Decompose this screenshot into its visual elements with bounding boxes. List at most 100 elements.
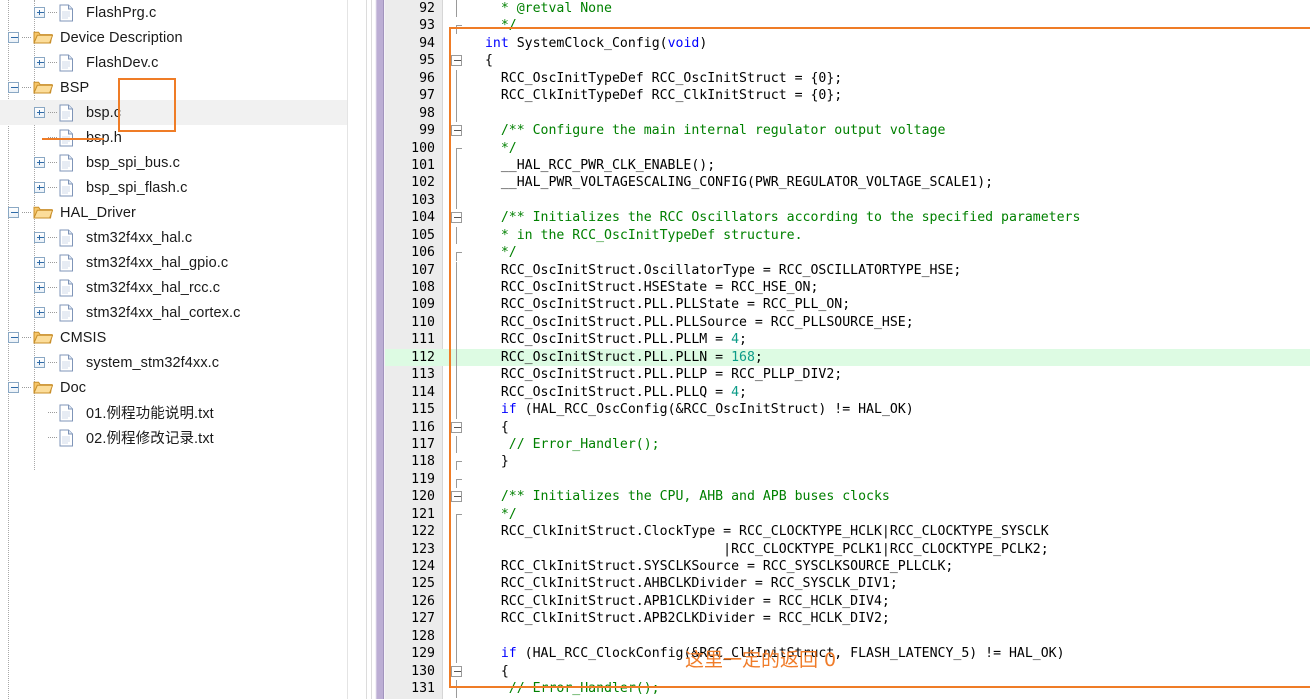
code-line-92[interactable]: 92 * @retval None — [385, 0, 1310, 18]
expand-plus-icon[interactable] — [34, 157, 45, 168]
code-line-104[interactable]: 104 /** Initializes the RCC Oscillators … — [385, 209, 1310, 226]
code-line-124[interactable]: 124 RCC_ClkInitStruct.SYSCLKSource = RCC… — [385, 558, 1310, 576]
code-line-127[interactable]: 127 RCC_ClkInitStruct.APB2CLKDivider = R… — [385, 610, 1310, 628]
editor-scrollbar-thumb[interactable] — [376, 0, 384, 699]
tree-item-bsp_spi_flash.c[interactable]: bsp_spi_flash.c — [0, 175, 362, 200]
collapse-minus-icon[interactable] — [8, 332, 19, 343]
code-line-126[interactable]: 126 RCC_ClkInitStruct.APB1CLKDivider = R… — [385, 592, 1310, 611]
code-line-107[interactable]: 107 RCC_OscInitStruct.OscillatorType = R… — [385, 261, 1310, 279]
code-line-96[interactable]: 96 RCC_OscInitTypeDef RCC_OscInitStruct … — [385, 69, 1310, 88]
code-line-120[interactable]: 120 /** Initializes the CPU, AHB and APB… — [385, 488, 1310, 505]
collapse-minus-icon[interactable] — [8, 32, 19, 43]
code-line-93[interactable]: 93 */ — [385, 17, 1310, 35]
code-line-121[interactable]: 121 */ — [385, 506, 1310, 523]
tree-item-bsp.c[interactable]: bsp.c — [0, 100, 362, 125]
code-line-125[interactable]: 125 RCC_ClkInitStruct.AHBCLKDivider = RC… — [385, 575, 1310, 593]
code-line-123[interactable]: 123 |RCC_CLOCKTYPE_PCLK1|RCC_CLOCKTYPE_P… — [385, 540, 1310, 558]
file-icon — [59, 304, 79, 322]
code-line-130[interactable]: 130 { — [385, 663, 1310, 680]
tree-item-01.例程功能说明.txt[interactable]: 01.例程功能说明.txt — [0, 400, 362, 425]
code-line-95[interactable]: 95 { — [385, 52, 1310, 69]
code-line-129[interactable]: 129 if (HAL_RCC_ClockConfig(&RCC_ClkInit… — [385, 645, 1310, 663]
expand-plus-icon[interactable] — [34, 232, 45, 243]
code-text: RCC_OscInitStruct.PLL.PLLQ = 4; — [477, 384, 747, 400]
code-line-94[interactable]: 94 int SystemClock_Config(void) — [385, 35, 1310, 52]
code-line-97[interactable]: 97 RCC_ClkInitTypeDef RCC_ClkInitStruct … — [385, 87, 1310, 105]
code-line-113[interactable]: 113 RCC_OscInitStruct.PLL.PLLP = RCC_PLL… — [385, 366, 1310, 384]
tree-item-flashdev.c[interactable]: FlashDev.c — [0, 50, 362, 75]
tree-item-stm32f4xx_hal_rcc.c[interactable]: stm32f4xx_hal_rcc.c — [0, 275, 362, 300]
collapse-minus-icon[interactable] — [8, 382, 19, 393]
code-line-100[interactable]: 100 */ — [385, 140, 1310, 157]
editor-scrollbar[interactable] — [375, 0, 385, 699]
expand-plus-icon[interactable] — [34, 282, 45, 293]
tree-item-hal_driver[interactable]: HAL_Driver — [0, 200, 362, 225]
tree-connector — [48, 312, 57, 313]
tree-item-cmsis[interactable]: CMSIS — [0, 325, 362, 350]
expand-plus-icon[interactable] — [34, 357, 45, 368]
project-explorer-panel[interactable]: FlashPrg.c Device Description FlashDev.c BS… — [0, 0, 362, 699]
collapse-minus-icon[interactable] — [8, 207, 19, 218]
tree-connector — [48, 112, 57, 113]
code-fold-marker[interactable] — [449, 419, 471, 436]
code-text: RCC_OscInitStruct.HSEState = RCC_HSE_ON; — [477, 280, 819, 295]
code-line-119[interactable]: 119 — [385, 471, 1310, 488]
code-fold-marker — [449, 453, 471, 471]
code-line-114[interactable]: 114 RCC_OscInitStruct.PLL.PLLQ = 4; — [385, 383, 1310, 402]
code-line-131[interactable]: 131 // Error_Handler(); — [385, 680, 1310, 698]
line-number: 111 — [411, 332, 435, 348]
tree-item-device-description[interactable]: Device Description — [0, 25, 362, 50]
code-line-106[interactable]: 106 */ — [385, 244, 1310, 262]
code-lines-container[interactable]: 92 * @retval None 93 */94 int SystemClock… — [385, 0, 1310, 699]
tree-item-system_stm32f4xx.c[interactable]: system_stm32f4xx.c — [0, 350, 362, 375]
code-line-117[interactable]: 117 // Error_Handler(); — [385, 435, 1310, 454]
code-fold-marker[interactable] — [449, 488, 471, 505]
panel-divider-line — [366, 0, 372, 699]
tree-connector — [48, 262, 57, 263]
code-line-116[interactable]: 116 { — [385, 419, 1310, 436]
expand-plus-icon[interactable] — [34, 257, 45, 268]
code-fold-marker[interactable] — [449, 52, 471, 69]
expand-plus-icon[interactable] — [34, 307, 45, 318]
code-line-108[interactable]: 108 RCC_OscInitStruct.HSEState = RCC_HSE… — [385, 279, 1310, 297]
code-line-111[interactable]: 111 RCC_OscInitStruct.PLL.PLLM = 4; — [385, 331, 1310, 349]
code-line-101[interactable]: 101 __HAL_RCC_PWR_CLK_ENABLE(); — [385, 156, 1310, 175]
sidebar-scrollbar[interactable] — [347, 0, 362, 699]
sidebar-scrollbar-thumb[interactable] — [350, 0, 361, 699]
expand-plus-icon[interactable] — [34, 182, 45, 193]
expand-plus-icon[interactable] — [34, 107, 45, 118]
code-line-110[interactable]: 110 RCC_OscInitStruct.PLL.PLLSource = RC… — [385, 313, 1310, 332]
code-fold-marker[interactable] — [449, 209, 471, 226]
tree-connector — [48, 287, 57, 288]
tree-item-doc[interactable]: Doc — [0, 375, 362, 400]
tree-item-02.例程修改记录.txt[interactable]: 02.例程修改记录.txt — [0, 425, 362, 450]
code-line-99[interactable]: 99 /** Configure the main internal regul… — [385, 122, 1310, 139]
code-fold-marker[interactable] — [449, 122, 471, 139]
code-line-103[interactable]: 103 — [385, 191, 1310, 210]
code-line-102[interactable]: 102 __HAL_PWR_VOLTAGESCALING_CONFIG(PWR_… — [385, 174, 1310, 192]
tree-item-stm32f4xx_hal_gpio.c[interactable]: stm32f4xx_hal_gpio.c — [0, 250, 362, 275]
code-line-98[interactable]: 98 — [385, 104, 1310, 123]
tree-item-bsp_spi_bus.c[interactable]: bsp_spi_bus.c — [0, 150, 362, 175]
code-line-109[interactable]: 109 RCC_OscInitStruct.PLL.PLLState = RCC… — [385, 296, 1310, 314]
code-line-128[interactable]: 128 — [385, 627, 1310, 646]
code-editor[interactable]: 92 * @retval None 93 */94 int SystemClock… — [385, 0, 1310, 699]
tree-item-bsp[interactable]: BSP — [0, 75, 362, 100]
expand-plus-icon[interactable] — [34, 7, 45, 18]
tree-item-stm32f4xx_hal.c[interactable]: stm32f4xx_hal.c — [0, 225, 362, 250]
code-fold-marker — [449, 313, 471, 332]
code-line-105[interactable]: 105 * in the RCC_OscInitTypeDef structur… — [385, 226, 1310, 245]
tree-item-flashprg.c[interactable]: FlashPrg.c — [0, 0, 362, 25]
project-file-tree[interactable]: FlashPrg.c Device Description FlashDev.c BS… — [0, 0, 362, 699]
code-line-118[interactable]: 118 } — [385, 453, 1310, 471]
code-line-115[interactable]: 115 if (HAL_RCC_OscConfig(&RCC_OscInitSt… — [385, 401, 1310, 419]
tree-item-stm32f4xx_hal_cortex.c[interactable]: stm32f4xx_hal_cortex.c — [0, 300, 362, 325]
code-fold-marker[interactable] — [449, 663, 471, 680]
code-line-112[interactable]: 112 RCC_OscInitStruct.PLL.PLLN = 168; — [385, 348, 1310, 367]
tree-item-label: stm32f4xx_hal_gpio.c — [86, 254, 229, 271]
collapse-minus-icon[interactable] — [8, 82, 19, 93]
code-line-122[interactable]: 122 RCC_ClkInitStruct.ClockType = RCC_CL… — [385, 523, 1310, 541]
line-number: 119 — [411, 471, 435, 487]
expand-plus-icon[interactable] — [34, 57, 45, 68]
